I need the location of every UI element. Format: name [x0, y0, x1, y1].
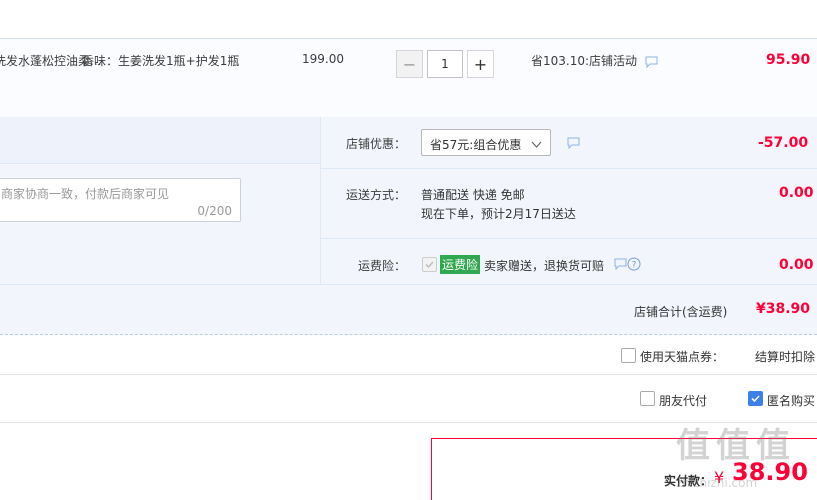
shipping-eta: 现在下单，预计2月17日送达: [421, 207, 576, 221]
insurance-checkbox: [422, 257, 437, 272]
memo-placeholder: 商家协商一致，付款后商家可见: [1, 187, 170, 201]
store-total-label: 店铺合计(含运费): [634, 305, 728, 319]
divider: [320, 168, 817, 169]
store-total-amount: ¥38.90: [756, 301, 811, 317]
item-unit-price: 199.00: [302, 52, 344, 66]
anonymous-label[interactable]: 匿名购买: [767, 392, 815, 409]
chat-bubble-icon[interactable]: [567, 137, 580, 152]
quantity-input[interactable]: 1: [427, 50, 463, 78]
item-subtotal: 95.90: [766, 52, 811, 68]
help-icon[interactable]: ?: [627, 257, 641, 274]
tmall-points-checkbox[interactable]: [621, 348, 636, 363]
shipping-label: 运送方式：: [346, 188, 407, 202]
memo-textarea[interactable]: 商家协商一致，付款后商家可见 0/200: [0, 178, 241, 222]
quantity-decrease-button[interactable]: −: [396, 50, 423, 78]
item-sku: 香味：生姜洗发1瓶+护发1瓶: [82, 54, 240, 68]
store-discount-amount: -57.00: [758, 135, 809, 151]
svg-text:?: ?: [632, 261, 637, 271]
tmall-points-note: 结算时扣除: [755, 350, 816, 364]
divider: [0, 422, 817, 423]
insurance-amount: 0.00: [779, 257, 814, 273]
chat-bubble-icon[interactable]: [645, 56, 658, 71]
quantity-stepper[interactable]: − 1 +: [396, 50, 494, 78]
chat-bubble-icon[interactable]: [614, 258, 627, 273]
friend-pay-label[interactable]: 朋友代付: [659, 392, 707, 409]
memo-counter: 0/200: [197, 204, 232, 218]
order-detail-left-header: [0, 117, 320, 163]
divider: [320, 238, 817, 239]
friend-pay-checkbox[interactable]: [640, 391, 655, 406]
item-promo: 省103.10:店铺活动: [531, 54, 638, 68]
chevron-down-icon: [531, 138, 542, 152]
insurance-label: 运费险：: [358, 259, 407, 273]
insurance-badge: 运费险: [440, 255, 481, 274]
divider: [0, 374, 817, 375]
quantity-increase-button[interactable]: +: [467, 50, 494, 78]
shipping-amount: 0.00: [779, 185, 814, 201]
anonymous-checkbox[interactable]: [748, 391, 763, 406]
shipping-method: 普通配送 快递 免邮: [421, 188, 525, 202]
store-discount-label: 店铺优惠：: [346, 137, 407, 151]
insurance-text: 卖家赠送，退换货可赔: [484, 259, 605, 273]
payment-label: 实付款：: [664, 474, 713, 488]
store-discount-selected: 省57元:组合优惠: [430, 138, 522, 152]
tmall-points-label: 使用天猫点券：: [640, 350, 725, 364]
payment-currency: ¥: [714, 468, 725, 487]
store-discount-select[interactable]: 省57元:组合优惠: [421, 129, 551, 156]
payment-amount: 38.90: [732, 458, 808, 486]
